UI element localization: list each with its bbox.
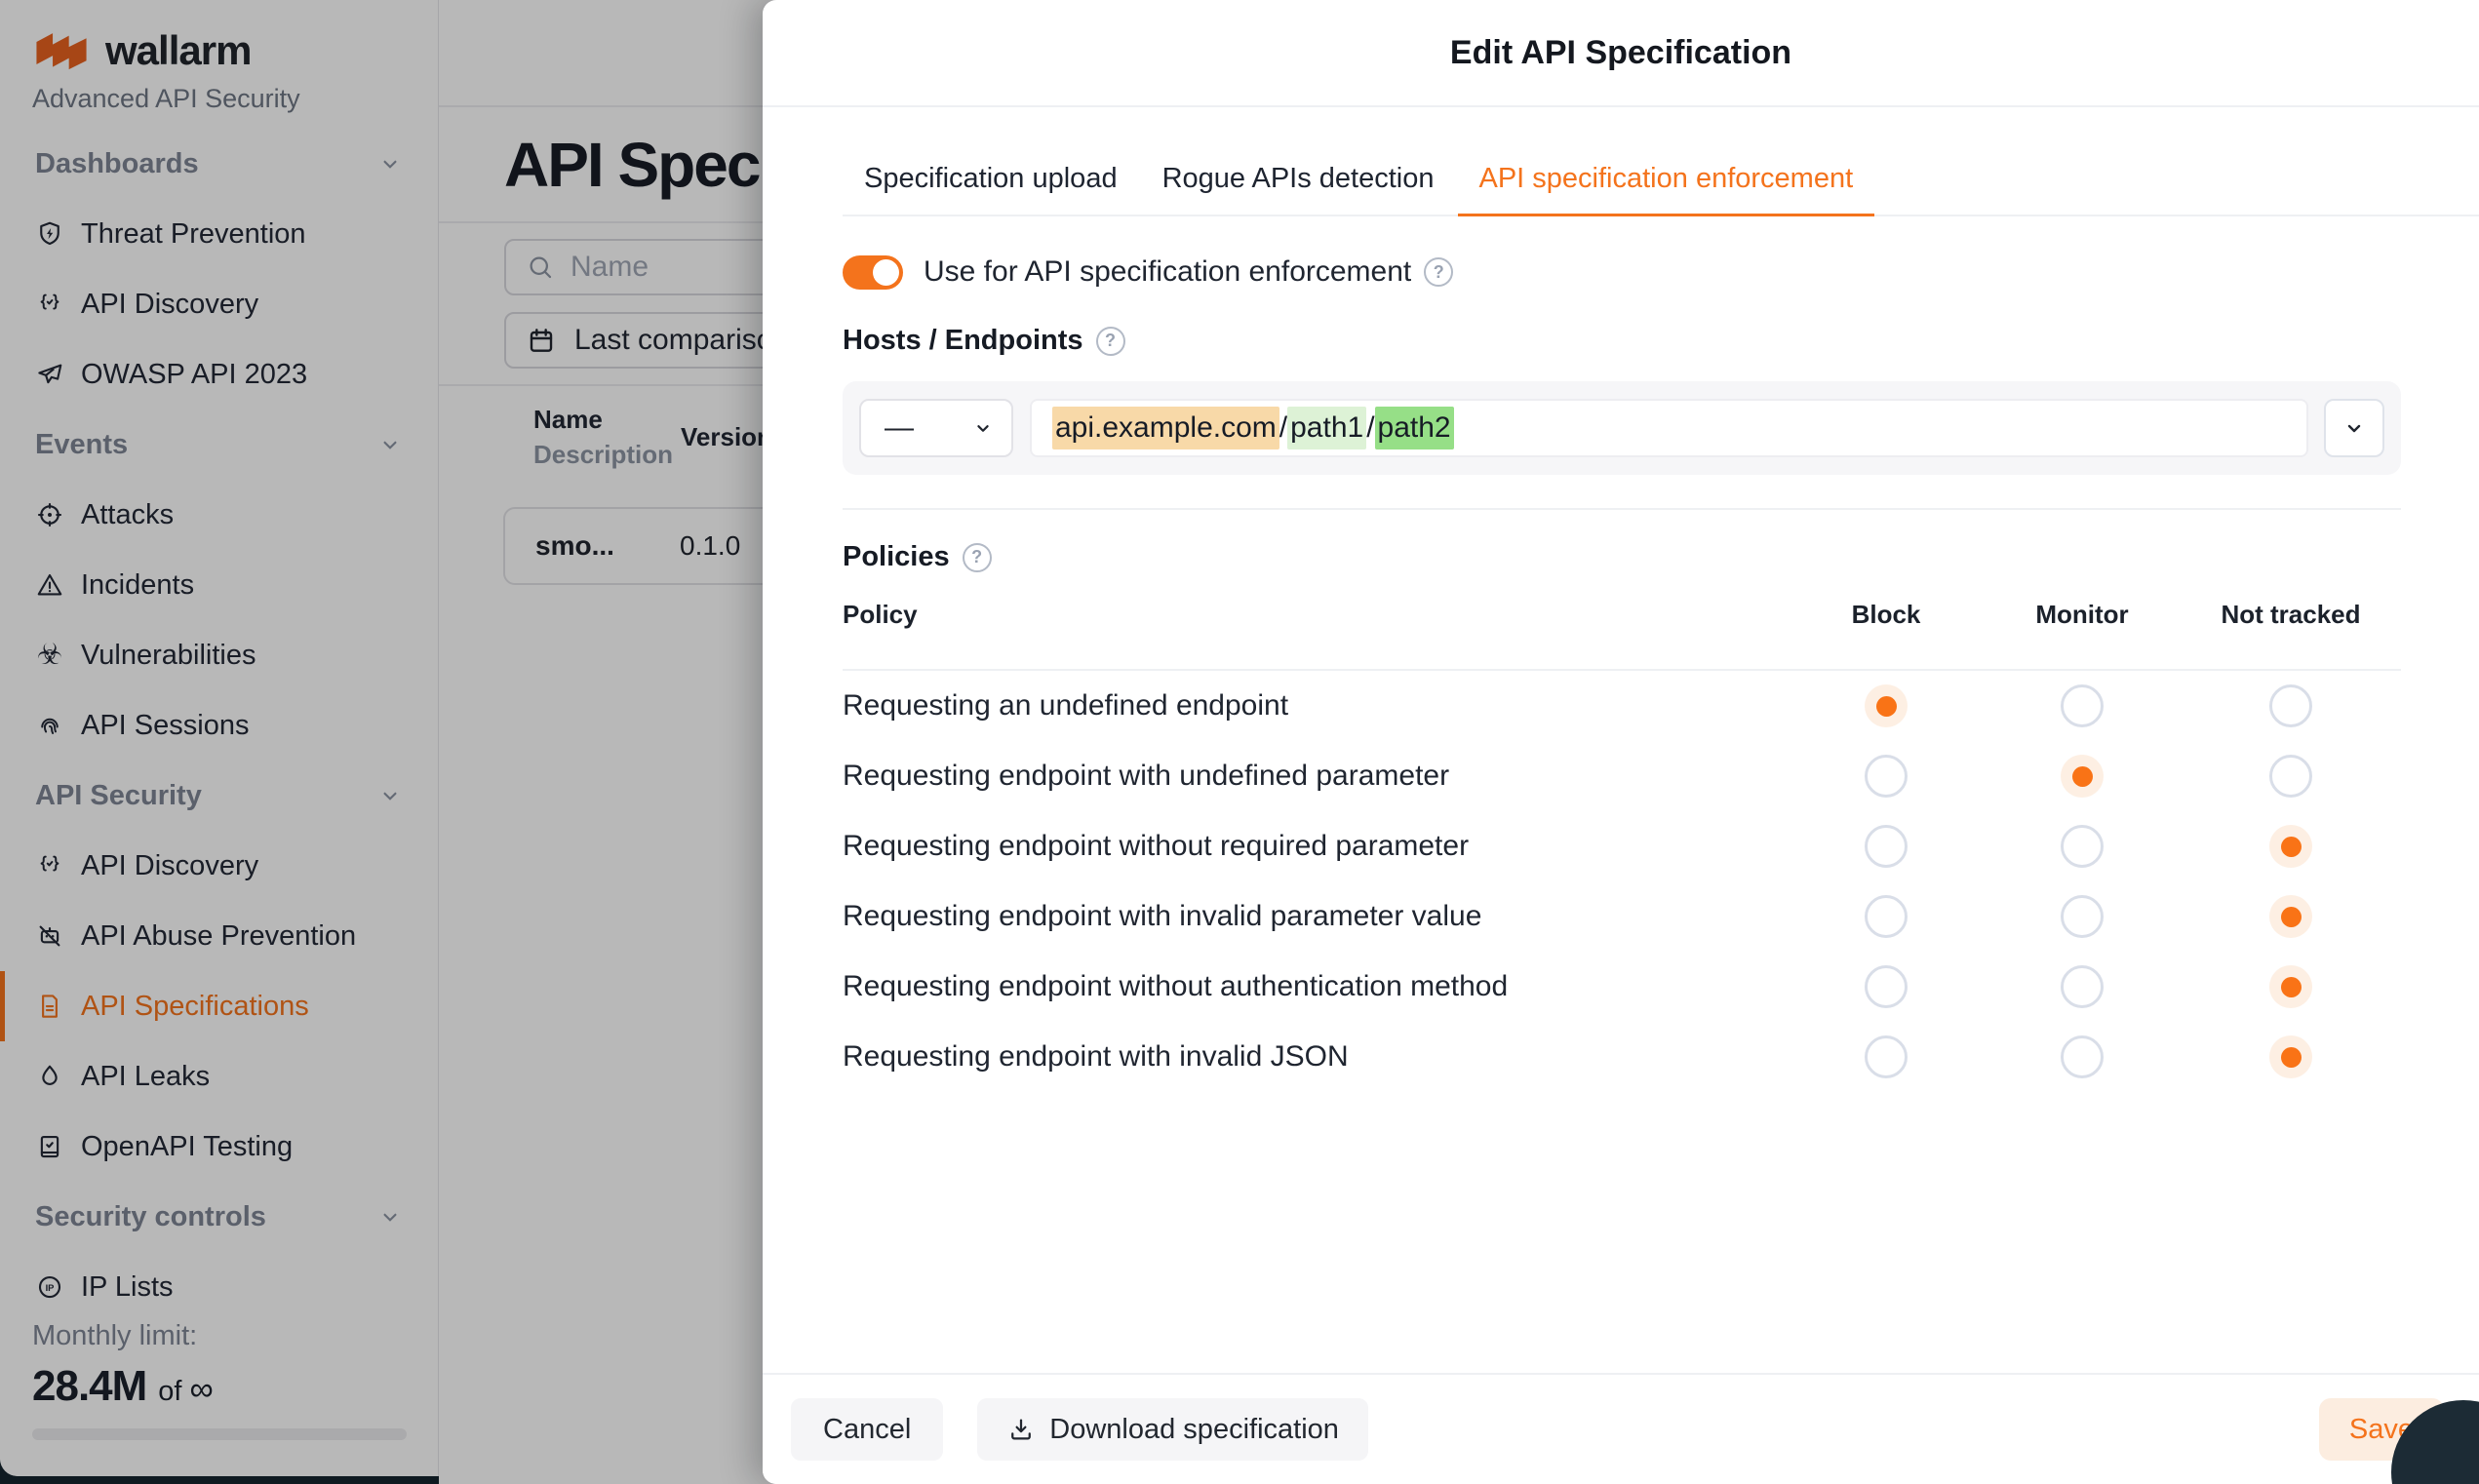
policy-label: Requesting endpoint with undefined param… xyxy=(843,760,1789,793)
radio-monitor[interactable] xyxy=(2061,965,2104,1008)
radio-monitor[interactable] xyxy=(2061,755,2104,798)
hosts-row: — api.example.com/path1/path2 xyxy=(843,381,2401,475)
column-block: Block xyxy=(1789,600,1984,630)
policies-table-header: Policy Block Monitor Not tracked xyxy=(843,573,2401,671)
radio-block[interactable] xyxy=(1865,684,1908,727)
tab-rogue-apis-detection[interactable]: Rogue APIs detection xyxy=(1141,145,1456,215)
radio-monitor[interactable] xyxy=(2061,1035,2104,1078)
download-icon xyxy=(1006,1415,1036,1444)
enforcement-toggle[interactable] xyxy=(843,255,903,290)
cancel-button[interactable]: Cancel xyxy=(791,1398,943,1461)
policy-row: Requesting endpoint with undefined param… xyxy=(843,741,2401,811)
chevron-down-icon xyxy=(2342,416,2366,440)
radio-not-tracked[interactable] xyxy=(2269,895,2312,938)
hosts-endpoints-heading: Hosts / Endpoints xyxy=(843,325,1083,357)
radio-monitor[interactable] xyxy=(2061,825,2104,868)
app-screen: API Spec Name Last comparison Name Descr… xyxy=(0,0,2479,1484)
column-monitor: Monitor xyxy=(1984,600,2181,630)
host-method-select[interactable]: — xyxy=(859,399,1013,457)
download-specification-button[interactable]: Download specification xyxy=(977,1398,1368,1461)
endpoint-path1: path1 xyxy=(1287,407,1366,449)
tab-specification-upload[interactable]: Specification upload xyxy=(843,145,1139,215)
column-policy: Policy xyxy=(843,600,1789,630)
radio-monitor[interactable] xyxy=(2061,684,2104,727)
modal-header: Edit API Specification xyxy=(763,0,2479,107)
policy-label: Requesting endpoint with invalid paramet… xyxy=(843,900,1789,933)
column-not-tracked: Not tracked xyxy=(2181,600,2401,630)
modal-tabs: Specification upload Rogue APIs detectio… xyxy=(843,107,2479,216)
policy-row: Requesting endpoint without authenticati… xyxy=(843,952,2401,1022)
policy-label: Requesting endpoint with invalid JSON xyxy=(843,1040,1789,1074)
policy-row: Requesting endpoint without required par… xyxy=(843,811,2401,881)
modal-body: Use for API specification enforcement ? … xyxy=(763,216,2479,1373)
policy-label: Requesting an undefined endpoint xyxy=(843,689,1789,722)
endpoint-host: api.example.com xyxy=(1052,407,1279,449)
policies-heading: Policies xyxy=(843,541,950,573)
host-method-value: — xyxy=(885,411,972,445)
toggle-knob xyxy=(873,259,899,286)
help-icon[interactable]: ? xyxy=(963,543,992,572)
edit-api-specification-modal: Edit API Specification Specification upl… xyxy=(763,0,2479,1484)
endpoint-separator: / xyxy=(1366,411,1374,445)
policy-row: Requesting an undefined endpoint xyxy=(843,671,2401,741)
endpoint-input[interactable]: api.example.com/path1/path2 xyxy=(1030,399,2308,457)
radio-block[interactable] xyxy=(1865,895,1908,938)
radio-not-tracked[interactable] xyxy=(2269,965,2312,1008)
radio-monitor[interactable] xyxy=(2061,895,2104,938)
policy-row: Requesting endpoint with invalid JSON xyxy=(843,1022,2401,1092)
expand-endpoint-button[interactable] xyxy=(2324,399,2384,457)
policy-row: Requesting endpoint with invalid paramet… xyxy=(843,881,2401,952)
radio-not-tracked[interactable] xyxy=(2269,1035,2312,1078)
tab-api-specification-enforcement[interactable]: API specification enforcement xyxy=(1458,145,1875,215)
divider xyxy=(843,508,2401,510)
radio-block[interactable] xyxy=(1865,1035,1908,1078)
endpoint-path2: path2 xyxy=(1375,407,1454,449)
radio-not-tracked[interactable] xyxy=(2269,755,2312,798)
radio-block[interactable] xyxy=(1865,825,1908,868)
policy-label: Requesting endpoint without required par… xyxy=(843,830,1789,863)
radio-block[interactable] xyxy=(1865,965,1908,1008)
endpoint-separator: / xyxy=(1279,411,1287,445)
modal-title: Edit API Specification xyxy=(763,0,2479,105)
download-label: Download specification xyxy=(1049,1414,1339,1446)
chevron-down-icon xyxy=(972,417,994,439)
policies-table: Policy Block Monitor Not tracked Request… xyxy=(843,573,2401,1092)
enforcement-toggle-label: Use for API specification enforcement xyxy=(924,255,1411,289)
radio-not-tracked[interactable] xyxy=(2269,684,2312,727)
modal-footer: Cancel Download specification Save xyxy=(763,1373,2479,1484)
policy-label: Requesting endpoint without authenticati… xyxy=(843,970,1789,1003)
radio-block[interactable] xyxy=(1865,755,1908,798)
radio-not-tracked[interactable] xyxy=(2269,825,2312,868)
help-icon[interactable]: ? xyxy=(1096,327,1125,356)
help-icon[interactable]: ? xyxy=(1424,257,1453,287)
